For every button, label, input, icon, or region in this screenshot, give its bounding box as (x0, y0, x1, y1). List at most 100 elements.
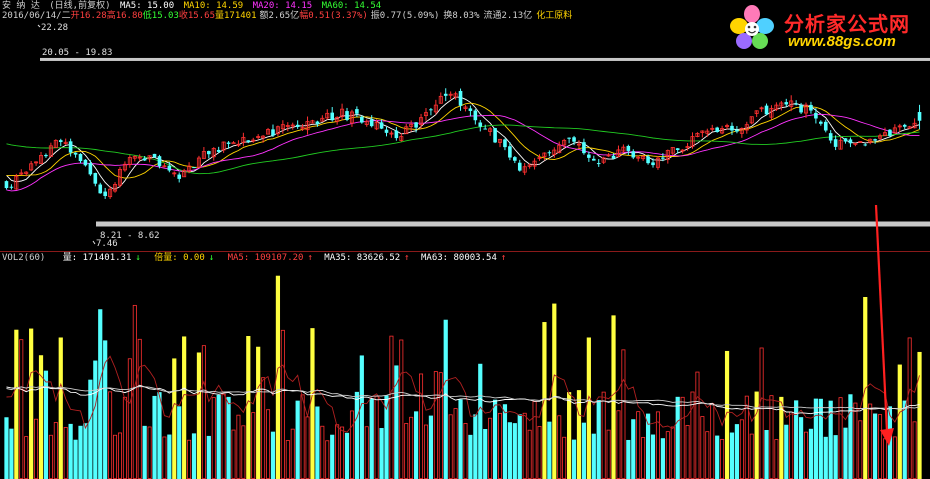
candle-body-down (587, 154, 591, 158)
quote-float-shares: 流通2.13亿 (483, 11, 533, 21)
quote-amount: 额2.65亿 (259, 11, 300, 21)
volume-bar-down (798, 417, 804, 479)
candle-body-down (295, 124, 300, 127)
volume-bars (4, 275, 922, 479)
volume-bar-up (399, 339, 404, 479)
volume-bar-double (14, 329, 19, 479)
volume-bar-up (63, 426, 68, 479)
volume-bar-up (557, 415, 562, 479)
candle-body-down (675, 148, 680, 150)
ma20-value: MA20: 14.15 (252, 1, 313, 11)
ma20-line (6, 113, 920, 192)
volume-bar-double (576, 390, 582, 479)
volume-bar-down (344, 432, 350, 479)
volume-bar-up (320, 425, 325, 479)
volume-bar-double (552, 303, 557, 479)
logo-url: www.88gs.com (788, 33, 896, 50)
volume-bar-up (201, 345, 206, 479)
volume-bar-up (537, 426, 542, 479)
candle-body-down (207, 151, 211, 155)
volume-bar-down (359, 355, 364, 479)
chart-period: (日线,前复权) (49, 1, 111, 11)
vol-down-arrow-icon: ↓ (135, 253, 141, 263)
quote-amplitude: 振0.77(5.09%) (370, 11, 440, 21)
candle-body-down (4, 181, 9, 189)
candle-body-down (567, 137, 571, 139)
volume-bar-up (280, 329, 285, 479)
candle-body-down (216, 149, 221, 152)
volume-bar-double (310, 328, 315, 479)
candle-body-down (478, 122, 483, 127)
volume-bar-up (419, 373, 424, 479)
candle-body-down (863, 144, 868, 146)
stock-name: 安 纳 达 (2, 1, 40, 11)
ma5-value: MA5: 15.00 (119, 1, 175, 11)
volume-bar-up (601, 391, 606, 479)
volume-bar-down (596, 400, 601, 479)
volume-bar-up (261, 377, 266, 479)
volume-bar-up (759, 347, 764, 479)
candle-body-down (177, 174, 182, 179)
vol-value: 量: 171401.31 (62, 253, 132, 263)
volume-bar-up (670, 426, 675, 479)
candle-body-down (784, 102, 789, 105)
candle-body-down (828, 133, 833, 141)
vol-indicator-name: VOL2(60) (2, 253, 46, 263)
candle-body-down (819, 121, 823, 124)
volume-bar-up (858, 420, 863, 479)
volume-bar-up (838, 397, 843, 479)
quote-open: 开16.28 (70, 11, 107, 21)
volume-bar-up (251, 412, 256, 479)
candle-body-down (88, 162, 93, 175)
volume-bar-down (379, 428, 384, 479)
candle-body-down (152, 153, 157, 158)
volume-bar-up (48, 434, 53, 479)
volume-bar-double (611, 315, 616, 479)
volume-bar-up (290, 428, 295, 479)
price-labels: 22.2820.05 - 19.838.21 - 8.627.46 (37, 23, 160, 249)
volume-bar-up (285, 440, 290, 479)
ma60-value: MA60: 14.54 (321, 1, 382, 11)
volume-bar-up (892, 436, 897, 479)
quote-sector: 化工原料 (536, 11, 573, 21)
candle-body-down (651, 162, 655, 166)
volume-bar-down (394, 365, 399, 479)
volume-bar-up (162, 436, 167, 479)
stock-chart: 22.2820.05 - 19.838.21 - 8.627.46 (0, 23, 930, 479)
volume-bar-up (113, 434, 118, 479)
volume-bar-up (241, 425, 246, 479)
volume-bar-up (912, 421, 917, 479)
volume-bar-down (675, 396, 680, 479)
volume-bar-down (191, 433, 197, 479)
arrow-shaft (874, 204, 889, 433)
volume-bar-up (325, 440, 330, 479)
volume-bar-up (853, 402, 858, 479)
volume-bar-down (734, 424, 740, 479)
candle-body-down (547, 152, 552, 154)
volume-bar-down (843, 427, 848, 479)
vol-ma35-up-arrow-icon: ↑ (404, 253, 410, 263)
volume-bar-up (127, 358, 132, 479)
candle-body-down (78, 153, 83, 162)
candle-body-down (167, 165, 172, 171)
quote-date: 2016/06/14/二 (2, 11, 71, 21)
candle-body-down (246, 140, 251, 142)
volume-bar-double (196, 352, 202, 479)
volume-bar-down (650, 434, 656, 479)
volume-bar-down (794, 400, 799, 479)
volume-bar-up (448, 414, 453, 479)
volume-bar-up (606, 429, 611, 479)
ma10-line (6, 102, 920, 179)
volume-bar-down (571, 439, 577, 479)
candle-body-down (631, 151, 636, 158)
volume-bar-down (483, 429, 488, 479)
volume-bar-up (562, 436, 567, 479)
volume-bar-down (68, 423, 73, 479)
volume-bar-up (108, 391, 113, 479)
volume-bar-down (626, 439, 631, 479)
volume-bar-down (507, 422, 512, 479)
vol-ma5-value: MA5: 109107.20 (227, 253, 304, 263)
volume-bar-down (142, 425, 147, 479)
volume-bar-up (423, 424, 428, 479)
volume-bar-down (478, 363, 483, 479)
